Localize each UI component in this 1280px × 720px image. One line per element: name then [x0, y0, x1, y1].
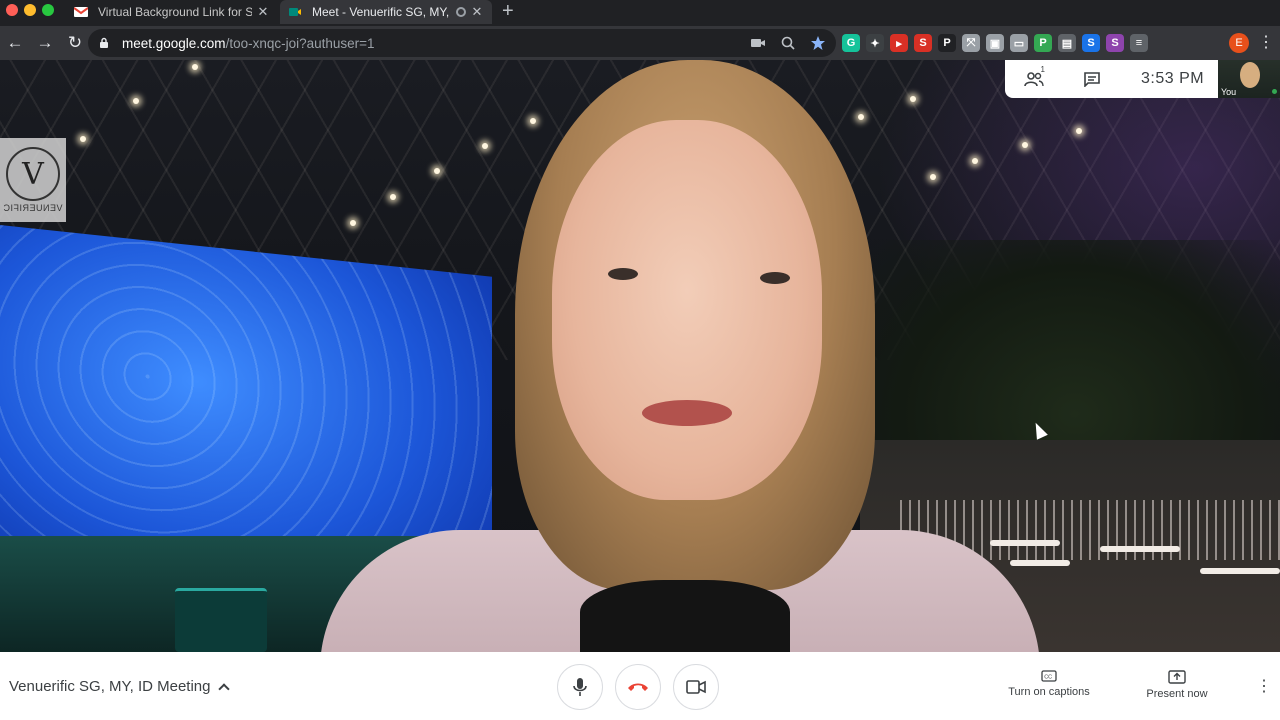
meeting-title: Venuerific SG, MY, ID Meeting: [9, 678, 211, 695]
browser-tab-gmail[interactable]: Virtual Background Link for Sn ✕: [66, 0, 278, 24]
reload-icon[interactable]: ↻: [60, 33, 90, 53]
tab-close-icon[interactable]: ✕: [256, 4, 270, 20]
browser-tab-meet[interactable]: Meet - Venuerific SG, MY, ✕: [280, 0, 492, 24]
meeting-details-toggle[interactable]: Venuerific SG, MY, ID Meeting: [9, 678, 231, 695]
svg-text:CC: CC: [1044, 674, 1052, 680]
meet-info-panel: 1 3:53 PM: [1005, 60, 1218, 98]
address-bar[interactable]: meet.google.com /too-xnqc-joi?authuser=1: [88, 29, 836, 57]
forward-icon[interactable]: →: [30, 33, 60, 53]
browser-menu-icon[interactable]: ⋮: [1258, 32, 1274, 52]
tab-title: Virtual Background Link for Sn: [98, 5, 252, 19]
stage-stool: [175, 588, 267, 652]
captions-label: Turn on captions: [1008, 686, 1090, 698]
recording-indicator-icon: [456, 7, 466, 17]
extension-icon-2[interactable]: ✦: [866, 34, 884, 52]
close-window-button[interactable]: [6, 4, 18, 16]
tab-close-icon[interactable]: ✕: [470, 4, 484, 20]
participant-video: [290, 60, 1070, 652]
extension-icon-8[interactable]: ▭: [1010, 34, 1028, 52]
participant-face: [552, 120, 822, 500]
extension-icon-9[interactable]: P: [1034, 34, 1052, 52]
ceiling-light: [1076, 128, 1082, 134]
extension-icon-6[interactable]: ⤧: [962, 34, 980, 52]
new-tab-button[interactable]: +: [502, 0, 514, 24]
captions-button[interactable]: CC Turn on captions: [1006, 670, 1092, 698]
extension-icon-12[interactable]: S: [1106, 34, 1124, 52]
gmail-icon: [74, 7, 88, 17]
url-host: meet.google.com: [122, 35, 226, 51]
closed-captions-icon: CC: [1041, 670, 1057, 682]
video-camera-icon: [686, 680, 706, 694]
extension-icon-11[interactable]: S: [1082, 34, 1100, 52]
meeting-clock: 3:53 PM: [1141, 70, 1205, 87]
logo-letter: V: [6, 147, 60, 201]
present-screen-icon: [1168, 670, 1186, 684]
chevron-up-icon: [218, 682, 231, 695]
lock-icon: [100, 37, 108, 48]
maximize-window-button[interactable]: [42, 4, 54, 16]
minimize-window-button[interactable]: [24, 4, 36, 16]
present-now-button[interactable]: Present now: [1146, 670, 1208, 700]
browser-tab-strip: Virtual Background Link for Sn ✕ Meet - …: [0, 0, 1280, 26]
bookmark-star-icon[interactable]: [810, 35, 826, 51]
self-view-avatar: [1240, 62, 1260, 88]
chat-icon: [1084, 72, 1100, 87]
camera-in-use-icon[interactable]: [750, 35, 766, 51]
present-now-label: Present now: [1146, 688, 1208, 700]
participant-lips: [642, 400, 732, 426]
leave-call-button[interactable]: [615, 664, 661, 710]
tab-title: Meet - Venuerific SG, MY,: [312, 5, 450, 19]
banquet-table: [1100, 546, 1180, 552]
meeting-controls-bar: Venuerific SG, MY, ID Meeting CC Turn on…: [0, 652, 1280, 720]
ceiling-light: [133, 98, 139, 104]
zoom-icon[interactable]: [780, 35, 796, 51]
participants-count: 1: [1040, 65, 1045, 74]
meet-icon: [289, 8, 301, 16]
self-view-tile[interactable]: You: [1218, 60, 1280, 98]
participant-eye: [760, 272, 790, 284]
camera-button[interactable]: [673, 664, 719, 710]
venuerific-logo: V VENUERIFIC: [0, 138, 66, 222]
participant-top: [580, 580, 790, 652]
ceiling-light: [80, 136, 86, 142]
participants-button[interactable]: 1: [1005, 65, 1063, 87]
grammarly-icon[interactable]: G: [842, 34, 860, 52]
video-feed: V VENUERIFIC: [0, 60, 1280, 652]
microphone-button[interactable]: [557, 664, 603, 710]
extension-icon-5[interactable]: P: [938, 34, 956, 52]
extension-icon-7[interactable]: ▣: [986, 34, 1004, 52]
back-icon[interactable]: ←: [0, 33, 30, 53]
url-path: /too-xnqc-joi?authuser=1: [225, 35, 375, 51]
extension-icon-3[interactable]: ▸: [890, 34, 908, 52]
banquet-table: [1200, 568, 1280, 574]
hang-up-icon: [628, 683, 648, 691]
profile-avatar[interactable]: E: [1229, 33, 1249, 53]
participant-eye: [608, 268, 638, 280]
ceiling-light: [192, 64, 198, 70]
extensions-bar: G ✦ ▸ S P ⤧ ▣ ▭ P ▤ S S ≡: [842, 34, 1148, 52]
self-view-label: You: [1221, 87, 1237, 97]
audio-indicator-icon: [1272, 89, 1277, 94]
microphone-icon: [573, 678, 587, 696]
extension-icon-10[interactable]: ▤: [1058, 34, 1076, 52]
chat-button[interactable]: [1063, 71, 1121, 87]
reading-list-icon[interactable]: ≡: [1130, 34, 1148, 52]
logo-word: VENUERIFIC: [3, 203, 63, 213]
more-options-icon[interactable]: ⋮: [1256, 676, 1272, 696]
extension-icon-4[interactable]: S: [914, 34, 932, 52]
